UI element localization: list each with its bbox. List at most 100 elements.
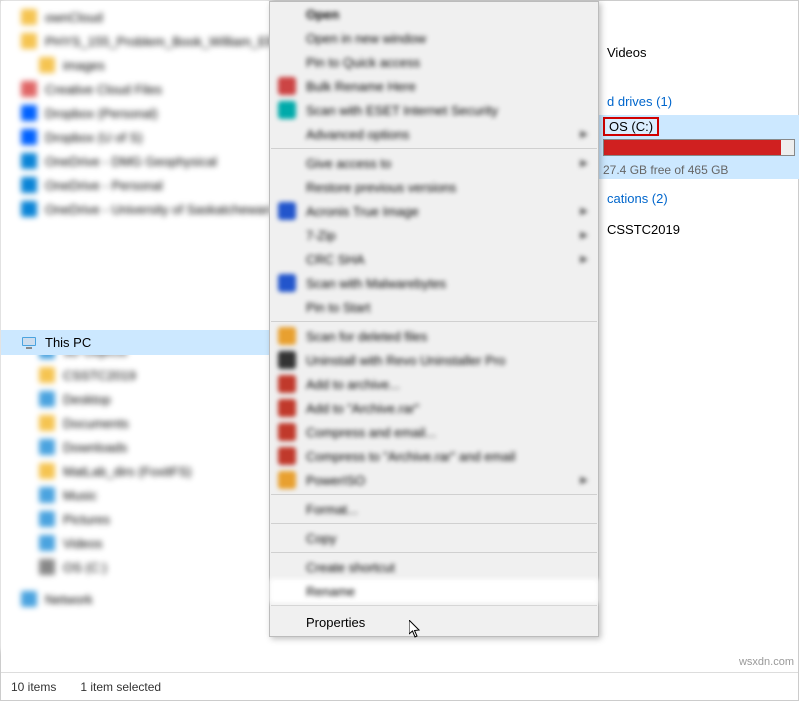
sidebar-item[interactable]: images bbox=[1, 53, 271, 77]
menu-item[interactable]: Copy bbox=[270, 526, 598, 550]
status-item-count: 10 items bbox=[11, 680, 56, 694]
menu-item[interactable]: Add to "Archive.rar" bbox=[270, 396, 598, 420]
menu-item-icon bbox=[278, 423, 296, 441]
menu-item-icon bbox=[278, 447, 296, 465]
folder-icon bbox=[39, 511, 55, 527]
menu-separator bbox=[271, 148, 597, 149]
sidebar-item[interactable]: Dropbox (Personal) bbox=[1, 101, 271, 125]
sidebar-subitem[interactable]: Music bbox=[1, 483, 271, 507]
folder-icon bbox=[39, 415, 55, 431]
drive-usage-bar bbox=[603, 139, 795, 156]
menu-item[interactable]: Scan with Malwarebytes bbox=[270, 271, 598, 295]
folder-icon bbox=[39, 559, 55, 575]
menu-item[interactable]: Scan with ESET Internet Security bbox=[270, 98, 598, 122]
menu-item-icon bbox=[278, 77, 296, 95]
submenu-arrow-icon: ▶ bbox=[580, 254, 588, 265]
menu-separator bbox=[271, 321, 597, 322]
item-csstc2019[interactable]: CSSTC2019 bbox=[599, 218, 799, 241]
submenu-arrow-icon: ▶ bbox=[580, 206, 588, 217]
folder-icon bbox=[39, 391, 55, 407]
sidebar-item-network[interactable]: Network bbox=[1, 587, 271, 611]
network-icon bbox=[21, 591, 37, 607]
submenu-arrow-icon: ▶ bbox=[580, 129, 588, 140]
drive-stat: 27.4 GB free of 465 GB bbox=[599, 161, 799, 179]
sidebar-item-this-pc[interactable]: This PC bbox=[1, 330, 271, 355]
menu-separator bbox=[271, 605, 597, 606]
sidebar-subitem[interactable]: Downloads bbox=[1, 435, 271, 459]
menu-item[interactable]: Format... bbox=[270, 497, 598, 521]
menu-item[interactable]: Compress and email... bbox=[270, 420, 598, 444]
menu-item-icon bbox=[278, 327, 296, 345]
sidebar-item[interactable]: Dropbox (U of S) bbox=[1, 125, 271, 149]
menu-item[interactable]: Restore previous versions bbox=[270, 175, 598, 199]
sidebar-item[interactable]: ownCloud bbox=[1, 5, 271, 29]
menu-item-icon bbox=[278, 202, 296, 220]
status-selected: 1 item selected bbox=[80, 680, 161, 694]
menu-item[interactable]: Open bbox=[270, 2, 598, 26]
folder-icon bbox=[21, 9, 37, 25]
sidebar-subitem[interactable]: Videos bbox=[1, 531, 271, 555]
sidebar-subitem[interactable]: Pictures bbox=[1, 507, 271, 531]
menu-item[interactable]: Add to archive... bbox=[270, 372, 598, 396]
folder-icon bbox=[39, 535, 55, 551]
menu-item[interactable]: PowerISO▶ bbox=[270, 468, 598, 492]
watermark: wsxdn.com bbox=[739, 656, 794, 668]
status-bar: 10 items 1 item selected bbox=[1, 672, 798, 700]
folder-icon bbox=[39, 487, 55, 503]
folder-icon bbox=[21, 81, 37, 97]
nav-sidebar: ownCloudPHYS_155_Problem_Book_William_El… bbox=[1, 1, 271, 651]
folder-icon bbox=[21, 105, 37, 121]
menu-item[interactable]: Rename bbox=[270, 579, 598, 603]
this-pc-icon bbox=[21, 335, 37, 351]
folder-icon bbox=[39, 367, 55, 383]
menu-item-icon bbox=[278, 101, 296, 119]
menu-item[interactable]: Compress to "Archive.rar" and email bbox=[270, 444, 598, 468]
menu-item[interactable]: Give access to▶ bbox=[270, 151, 598, 175]
sidebar-subitem[interactable]: MatLab_dirs (FoxitFS) bbox=[1, 459, 271, 483]
menu-item[interactable]: Uninstall with Revo Uninstaller Pro bbox=[270, 348, 598, 372]
menu-separator bbox=[271, 552, 597, 553]
menu-item-properties[interactable]: Properties bbox=[270, 608, 598, 636]
menu-item[interactable]: 7-Zip▶ bbox=[270, 223, 598, 247]
sidebar-item[interactable]: Creative Cloud Files bbox=[1, 77, 271, 101]
submenu-arrow-icon: ▶ bbox=[580, 475, 588, 486]
folder-icon bbox=[21, 33, 37, 49]
folder-icon bbox=[21, 129, 37, 145]
item-videos[interactable]: Videos bbox=[599, 41, 799, 64]
menu-separator bbox=[271, 494, 597, 495]
sidebar-item[interactable]: OneDrive - Personal bbox=[1, 173, 271, 197]
folder-icon bbox=[21, 153, 37, 169]
content-pane: Videos d drives (1) OS (C:) 27.4 GB free… bbox=[599, 1, 799, 241]
sidebar-subitem[interactable]: Desktop bbox=[1, 387, 271, 411]
menu-item[interactable]: Create shortcut bbox=[270, 555, 598, 579]
folder-icon bbox=[39, 57, 55, 73]
sidebar-item[interactable]: OneDrive - DMG Geophysical bbox=[1, 149, 271, 173]
drive-label: OS (C:) bbox=[603, 117, 659, 136]
menu-item[interactable]: Scan for deleted files bbox=[270, 324, 598, 348]
folder-icon bbox=[21, 177, 37, 193]
drives-heading[interactable]: d drives (1) bbox=[599, 88, 799, 115]
menu-item[interactable]: Advanced options▶ bbox=[270, 122, 598, 146]
drive-os-c[interactable]: OS (C:) bbox=[599, 115, 799, 161]
menu-item-icon bbox=[278, 351, 296, 369]
menu-item-icon bbox=[278, 375, 296, 393]
folder-icon bbox=[21, 201, 37, 217]
folder-icon bbox=[39, 439, 55, 455]
sidebar-subitem[interactable]: CSSTC2019 bbox=[1, 363, 271, 387]
sidebar-subitem[interactable]: OS (C:) bbox=[1, 555, 271, 579]
menu-item-icon bbox=[278, 471, 296, 489]
folder-icon bbox=[39, 463, 55, 479]
menu-item[interactable]: Open in new window bbox=[270, 26, 598, 50]
menu-item[interactable]: Acronis True Image▶ bbox=[270, 199, 598, 223]
submenu-arrow-icon: ▶ bbox=[580, 158, 588, 169]
sidebar-subitem[interactable]: Documents bbox=[1, 411, 271, 435]
menu-separator bbox=[271, 523, 597, 524]
menu-item-icon bbox=[278, 399, 296, 417]
sidebar-item[interactable]: OneDrive - University of Saskatchewan bbox=[1, 197, 271, 221]
menu-item[interactable]: Bulk Rename Here bbox=[270, 74, 598, 98]
menu-item[interactable]: CRC SHA▶ bbox=[270, 247, 598, 271]
locations-heading[interactable]: cations (2) bbox=[599, 185, 799, 212]
sidebar-item[interactable]: PHYS_155_Problem_Book_William_Ell bbox=[1, 29, 271, 53]
menu-item[interactable]: Pin to Start bbox=[270, 295, 598, 319]
menu-item[interactable]: Pin to Quick access bbox=[270, 50, 598, 74]
